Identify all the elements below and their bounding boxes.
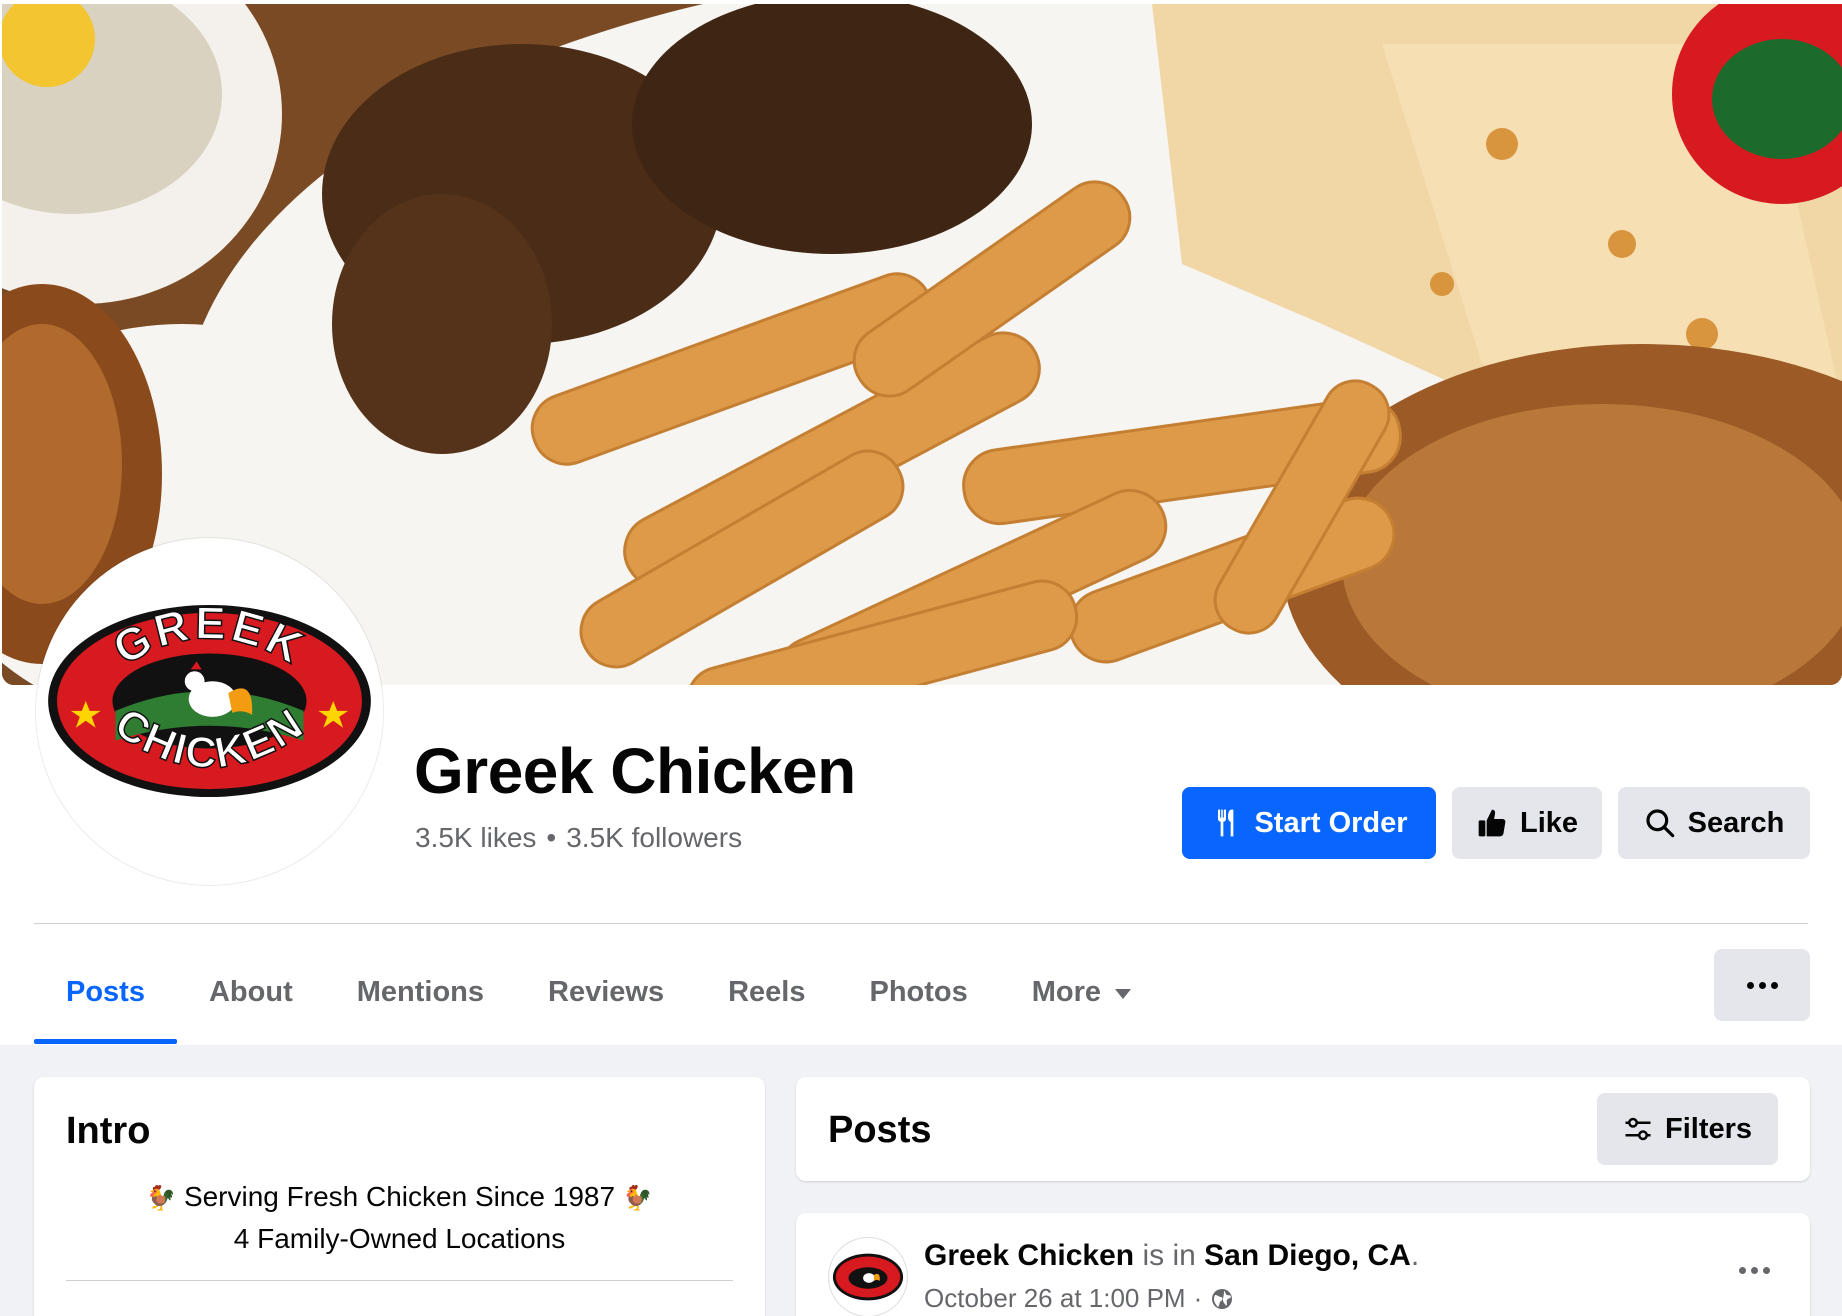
caret-down-icon <box>1115 989 1132 999</box>
meta-separator: · <box>1193 1283 1203 1313</box>
tab-posts[interactable]: Posts <box>34 940 177 1044</box>
stats-separator: • <box>546 822 557 853</box>
more-options-button[interactable] <box>1714 949 1810 1021</box>
rooster-emoji: 🐓 <box>146 1185 177 1212</box>
tab-mentions[interactable]: Mentions <box>325 940 516 1044</box>
page-stats: 3.5K likes • 3.5K followers <box>415 822 742 854</box>
ellipsis-dot <box>1751 1267 1758 1274</box>
page-tabs: Posts About Mentions Reviews Reels Photo… <box>34 940 1163 1044</box>
like-label: Like <box>1519 806 1579 839</box>
post-header-line: Greek Chicken is in San Diego, CA. <box>924 1239 1419 1273</box>
ellipsis-dot <box>1770 981 1778 989</box>
followers-count[interactable]: 3.5K followers <box>566 822 742 853</box>
post-author-avatar[interactable] <box>828 1237 908 1316</box>
start-order-button[interactable]: Start Order <box>1182 787 1436 859</box>
bio-line-1: 🐓 Serving Fresh Chicken Since 1987 🐓 <box>146 1181 653 1212</box>
post-connector: is in <box>1142 1239 1196 1272</box>
ellipsis-dot <box>1758 981 1766 989</box>
posts-header-card: Posts Filters <box>796 1077 1810 1181</box>
rooster-emoji: 🐓 <box>622 1185 653 1212</box>
like-button[interactable]: Like <box>1452 787 1602 859</box>
ellipsis-dot <box>1763 1267 1770 1274</box>
search-button[interactable]: Search <box>1618 787 1810 859</box>
sliders-icon <box>1625 1117 1651 1141</box>
profile-avatar[interactable]: GREEK CHICKEN <box>36 538 383 885</box>
filters-button[interactable]: Filters <box>1597 1093 1778 1165</box>
thumbs-up-icon <box>1478 809 1506 837</box>
post-period: . <box>1410 1239 1420 1272</box>
greek-chicken-logo: GREEK CHICKEN <box>48 602 371 798</box>
start-order-label: Start Order <box>1254 806 1408 839</box>
tab-reviews[interactable]: Reviews <box>516 940 696 1044</box>
intro-card: Intro 🐓 Serving Fresh Chicken Since 1987… <box>34 1077 765 1316</box>
tab-more[interactable]: More <box>1000 940 1163 1044</box>
post-author-name[interactable]: Greek Chicken <box>924 1239 1134 1272</box>
ellipsis-dot <box>1739 1267 1746 1274</box>
tab-about[interactable]: About <box>177 940 325 1044</box>
tab-reels[interactable]: Reels <box>696 940 837 1044</box>
tab-photos[interactable]: Photos <box>837 940 999 1044</box>
intro-divider <box>66 1280 733 1281</box>
bio-line-2: 4 Family-Owned Locations <box>233 1223 566 1254</box>
posts-title: Posts <box>828 1109 932 1151</box>
post-options-button[interactable] <box>1739 1267 1770 1274</box>
greek-chicken-logo-small <box>832 1253 904 1301</box>
globe-icon <box>1212 1288 1233 1309</box>
post-card: Greek Chicken is in San Diego, CA. Octob… <box>796 1213 1810 1316</box>
header-divider <box>34 923 1808 924</box>
ellipsis-dot <box>1746 981 1754 989</box>
search-label: Search <box>1687 806 1785 839</box>
intro-bio: 🐓 Serving Fresh Chicken Since 1987 🐓 4 F… <box>34 1177 765 1259</box>
search-icon <box>1646 809 1674 838</box>
post-location[interactable]: San Diego, CA <box>1204 1239 1411 1272</box>
utensils-icon <box>1218 809 1234 837</box>
likes-count[interactable]: 3.5K likes <box>415 822 536 853</box>
intro-title: Intro <box>66 1110 151 1152</box>
page-title: Greek Chicken <box>414 735 856 807</box>
filters-label: Filters <box>1664 1112 1753 1145</box>
post-meta: October 26 at 1:00 PM · <box>924 1283 1234 1314</box>
post-timestamp[interactable]: October 26 at 1:00 PM <box>924 1283 1186 1314</box>
profile-header: GREEK CHICKEN Greek Chicken 3.5K likes • 3… <box>0 0 1842 1045</box>
